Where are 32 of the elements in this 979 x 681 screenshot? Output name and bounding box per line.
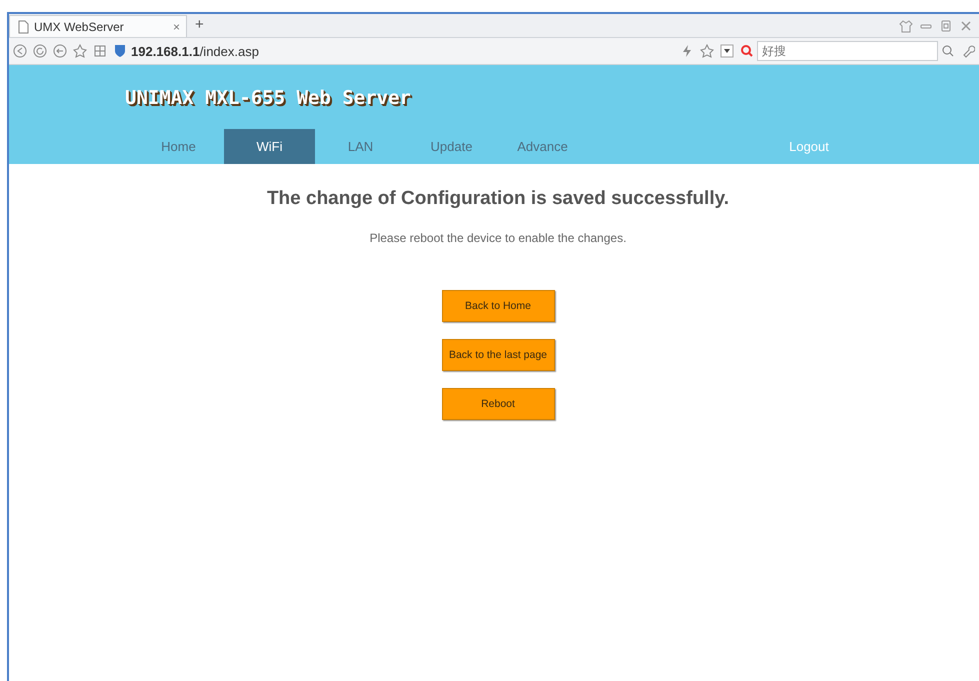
search-field[interactable]: 好搜 xyxy=(757,41,938,61)
nav-tab[interactable]: Update xyxy=(406,129,497,164)
action-button[interactable]: Reboot xyxy=(442,388,554,420)
close-icon[interactable] xyxy=(959,18,973,32)
search-logo-icon[interactable] xyxy=(740,44,754,58)
site-title: UNIMAX MXL-655 Web Server xyxy=(125,87,411,111)
page-icon[interactable] xyxy=(16,20,30,34)
nav-tab[interactable]: Advance xyxy=(497,129,588,164)
star-icon[interactable] xyxy=(700,44,714,58)
address-field[interactable]: 192.168.1.1/index.asp xyxy=(113,41,674,61)
dropdown-icon[interactable] xyxy=(720,44,734,58)
lightning-icon[interactable] xyxy=(680,44,694,58)
browser-tab[interactable]: UMX WebServer × xyxy=(9,15,187,37)
shield-icon[interactable] xyxy=(113,44,127,58)
wrench-icon[interactable] xyxy=(961,44,975,58)
nav-tab[interactable]: Home xyxy=(133,129,224,164)
star-icon[interactable] xyxy=(73,44,87,58)
new-tab-button[interactable]: + xyxy=(195,16,204,33)
grid-icon[interactable] xyxy=(93,44,107,58)
restore-icon[interactable] xyxy=(939,18,953,32)
reboot-note: Please reboot the device to enable the changes. xyxy=(370,231,626,245)
nav-tab[interactable]: LAN xyxy=(315,129,406,164)
action-button[interactable]: Back to Home xyxy=(442,290,554,322)
back-icon[interactable] xyxy=(13,44,27,58)
close-tab-button[interactable]: × xyxy=(172,20,180,34)
search-icon[interactable] xyxy=(941,44,955,58)
reload-icon[interactable] xyxy=(33,44,47,58)
success-heading: The change of Configuration is saved successfully. xyxy=(266,188,730,210)
nav-tab[interactable]: WiFi xyxy=(224,129,315,164)
action-button[interactable]: Back to the last page xyxy=(442,339,554,371)
undo-icon[interactable] xyxy=(53,44,67,58)
shirt-icon[interactable] xyxy=(899,18,913,32)
